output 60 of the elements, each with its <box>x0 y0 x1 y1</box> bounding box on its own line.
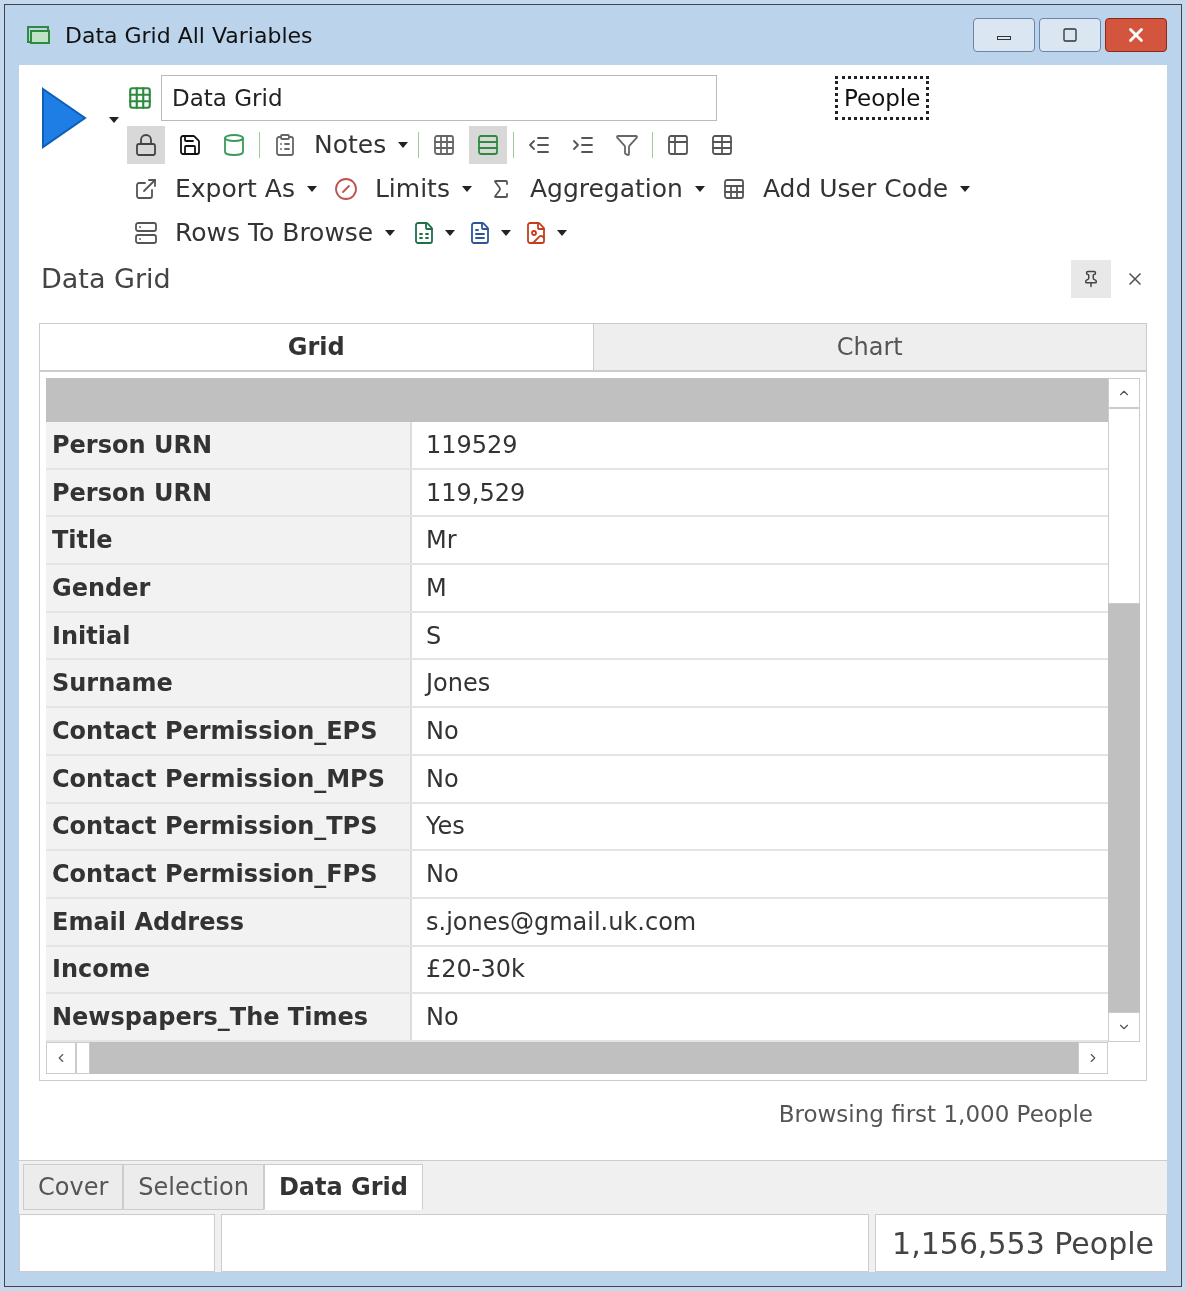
table-cell-text: Jones <box>423 668 492 700</box>
rows-icon[interactable] <box>469 126 508 164</box>
table-cell-text: 119529 <box>425 429 519 461</box>
menu-button[interactable]: Limits <box>370 170 476 208</box>
row-header: Contact Permission_FPS <box>46 851 412 897</box>
minimize-icon <box>997 36 1011 40</box>
sheet-tab[interactable]: Selection <box>123 1164 264 1210</box>
maximize-icon <box>1062 27 1078 43</box>
caret-icon[interactable] <box>557 230 568 236</box>
table-cell-text: £20-30k <box>425 954 526 986</box>
menu-button[interactable]: Add User Code <box>758 170 975 208</box>
menu-button[interactable]: Notes <box>310 126 413 164</box>
scroll-thumb[interactable] <box>76 1041 90 1074</box>
panel-title: Data Grid <box>41 261 171 296</box>
row-header: Contact Permission_EPS <box>46 708 412 754</box>
close-button[interactable] <box>1105 18 1167 52</box>
row-header: Person URN <box>46 469 412 516</box>
view-tab[interactable]: Chart <box>592 324 1146 370</box>
status-count: 1,156,553 People <box>892 1224 1154 1263</box>
table-cell-text: Yes <box>425 811 466 843</box>
table-cell-text: S <box>425 620 443 652</box>
row-header: Initial <box>46 612 412 659</box>
caret-icon[interactable] <box>109 117 119 123</box>
menu-button[interactable]: Aggregation <box>525 170 709 208</box>
entity-label[interactable]: People <box>835 75 930 121</box>
row-header: Newspapers_The Times <box>46 994 412 1040</box>
row-header: Income <box>46 946 412 993</box>
menu-button[interactable]: Export As <box>171 170 321 208</box>
minimize-button[interactable] <box>973 18 1035 52</box>
caret-icon[interactable] <box>445 230 456 236</box>
grid-icon <box>127 85 153 111</box>
row-header: Gender <box>46 565 412 611</box>
pin-icon[interactable] <box>1071 260 1111 298</box>
row-header: Title <box>46 517 412 564</box>
maximize-button[interactable] <box>1039 18 1101 52</box>
row-header: Contact Permission_TPS <box>46 803 412 850</box>
run-icon[interactable] <box>41 87 87 149</box>
table-cell-text: 119,529 <box>425 477 527 509</box>
table-cell-text: Mr <box>425 525 458 557</box>
table-cell-text: No <box>425 763 460 795</box>
window-icon <box>27 25 51 45</box>
row-header: Person URN <box>46 422 412 468</box>
row-header: Email Address <box>46 898 412 945</box>
sheet-tab[interactable]: Cover <box>23 1164 124 1210</box>
table-cell-text: M <box>425 572 448 604</box>
table-cell-text: No <box>425 715 460 747</box>
sheet-tab[interactable]: Data Grid <box>263 1164 423 1210</box>
vertical-scrollbar[interactable] <box>1108 378 1140 1042</box>
window-title: Data Grid All Variables <box>65 21 313 50</box>
lock-icon[interactable] <box>127 126 165 164</box>
name-field[interactable]: Data Grid <box>161 75 717 121</box>
browse-note: Browsing first 1,000 People <box>778 1099 1093 1129</box>
table-cell-text: s.jones@gmail.uk.com <box>425 906 698 938</box>
row-header: Surname <box>46 660 412 707</box>
table-cell-text: No <box>425 1002 460 1034</box>
caret-icon[interactable] <box>501 230 512 236</box>
horizontal-scrollbar[interactable] <box>46 1041 1108 1074</box>
row-header: Contact Permission_MPS <box>46 755 412 802</box>
menu-button[interactable]: Rows To Browse <box>171 214 400 252</box>
table-cell-text: No <box>425 859 460 891</box>
